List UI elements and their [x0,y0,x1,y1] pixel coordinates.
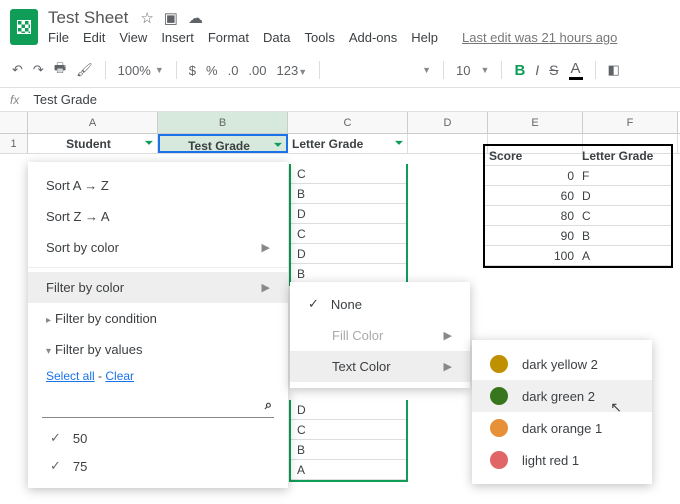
cloud-icon[interactable]: ☁ [188,9,203,27]
filter-icon: ⏷ [395,134,403,154]
header-test-grade[interactable]: Test Grade⏷ [158,134,288,153]
col-e[interactable]: E [488,112,583,133]
decrease-decimal-button[interactable]: .0 [228,63,239,78]
filter-icon: ⏷ [145,134,153,154]
check-icon: ✓ [50,458,61,474]
letter-grade-column-2: D C B A [289,400,408,482]
chevron-right-icon: ▶ [444,329,452,342]
chevron-right-icon: ▶ [262,241,270,254]
clear-link[interactable]: Clear [105,369,134,383]
chevron-right-icon: ▶ [444,360,452,373]
filter-value-75[interactable]: ✓75 [28,452,288,480]
menu-help[interactable]: Help [411,30,438,45]
col-c[interactable]: C [288,112,408,133]
menu-edit[interactable]: Edit [83,30,105,45]
check-icon: ✓ [308,296,319,312]
italic-button[interactable]: I [535,62,539,78]
col-b[interactable]: B [158,112,288,133]
text-color-button[interactable]: A [569,60,583,80]
sheets-logo[interactable] [10,9,38,45]
check-icon: ✓ [50,430,61,446]
search-input[interactable] [44,398,265,413]
filter-color-submenu: ✓None Fill Color▶ Text Color▶ [290,282,470,388]
star-icon[interactable]: ☆ [140,9,153,27]
row-1[interactable]: 1 [0,134,28,153]
last-edit[interactable]: Last edit was 21 hours ago [462,30,617,45]
filter-by-color[interactable]: Filter by color▶ [28,272,288,303]
color-light-red-1[interactable]: light red 1 [472,444,652,476]
redo-icon[interactable]: ↷ [33,62,44,78]
undo-icon[interactable]: ↶ [12,62,23,78]
text-color-option[interactable]: Text Color▶ [290,351,470,382]
titlebar: Test Sheet ☆ ▣ ☁ File Edit View Insert F… [0,0,680,53]
fx-value[interactable]: Test Grade [33,92,97,107]
chevron-right-icon: ▶ [262,281,270,294]
strike-button[interactable]: S [549,62,558,78]
text-color-submenu: dark yellow 2 dark green 2↖ dark orange … [472,340,652,484]
menubar: File Edit View Insert Format Data Tools … [48,30,617,45]
zoom-select[interactable]: 100%▼ [118,63,164,78]
sort-az[interactable]: Sort A → Z [28,170,288,201]
menu-data[interactable]: Data [263,30,290,45]
increase-decimal-button[interactable]: .00 [248,63,266,78]
fill-color-option[interactable]: Fill Color▶ [290,320,470,351]
col-f[interactable]: F [583,112,678,133]
paint-format-icon[interactable]: 🖌 [76,62,93,78]
sort-za[interactable]: Sort Z → A [28,201,288,232]
bold-button[interactable]: B [514,62,525,79]
search-icon[interactable]: ⌕ [265,397,272,413]
fill-color-button[interactable]: ◧ [608,62,620,78]
percent-button[interactable]: % [206,63,218,78]
filter-icon: ⏷ [274,136,282,156]
score-table: ScoreLetter Grade 0F 60D 80C 90B 100A [483,144,673,268]
menu-format[interactable]: Format [208,30,249,45]
col-d[interactable]: D [408,112,488,133]
filter-search[interactable]: ⌕ [42,393,274,418]
fx-label: fx [10,93,19,107]
formula-bar: fx Test Grade [0,88,680,112]
select-all-link[interactable]: Select all [46,369,95,383]
letter-grade-column: C B D C D B [289,164,408,286]
menu-insert[interactable]: Insert [161,30,194,45]
menu-view[interactable]: View [119,30,147,45]
header-student[interactable]: Student⏷ [28,134,158,153]
none-option[interactable]: ✓None [290,288,470,320]
toolbar: ↶ ↷ 🖶 🖌 100%▼ $ % .0 .00 123▼ ▼ 10▼ B I … [0,53,680,88]
filter-by-values[interactable]: ▾Filter by values [28,334,288,365]
menu-tools[interactable]: Tools [304,30,334,45]
color-dark-green-2[interactable]: dark green 2↖ [472,380,652,412]
filter-links: Select all - Clear [28,365,288,387]
doc-title[interactable]: Test Sheet [48,8,128,28]
color-dark-yellow-2[interactable]: dark yellow 2 [472,348,652,380]
col-a[interactable]: A [28,112,158,133]
font-size[interactable]: 10 [456,63,470,78]
header-letter-grade[interactable]: Letter Grade⏷ [288,134,408,153]
menu-file[interactable]: File [48,30,69,45]
currency-button[interactable]: $ [189,63,196,78]
folder-icon[interactable]: ▣ [164,9,178,27]
menu-addons[interactable]: Add-ons [349,30,397,45]
filter-by-condition[interactable]: ▸Filter by condition [28,303,288,334]
context-menu: Sort A → Z Sort Z → A Sort by color▶ Fil… [28,162,288,488]
format-button[interactable]: 123▼ [277,63,308,78]
sort-by-color[interactable]: Sort by color▶ [28,232,288,263]
print-icon[interactable]: 🖶 [54,59,66,81]
color-dark-orange-1[interactable]: dark orange 1 [472,412,652,444]
filter-value-50[interactable]: ✓50 [28,424,288,452]
